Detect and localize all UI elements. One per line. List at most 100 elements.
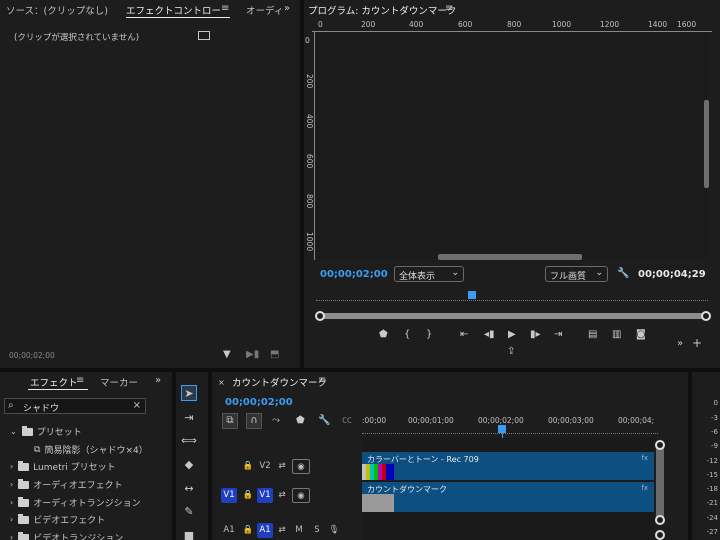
wrench-icon[interactable]: 🔧 — [318, 416, 330, 426]
step-forward-icon[interactable]: ▮▸ — [530, 330, 541, 340]
step-back-icon[interactable]: ◂▮ — [484, 330, 495, 340]
more-tabs-icon[interactable]: » — [155, 376, 161, 386]
zoom-scroll-bar[interactable] — [318, 313, 708, 319]
folder-icon — [18, 478, 30, 489]
vertical-scrollbar[interactable] — [704, 100, 709, 188]
video-viewport[interactable] — [316, 33, 708, 259]
close-icon[interactable]: × — [218, 378, 225, 388]
source-patch-a1[interactable]: A1 — [221, 523, 237, 538]
zoom-bar-handle-right[interactable] — [701, 311, 711, 321]
playhead-marker[interactable] — [468, 291, 476, 299]
camera-icon[interactable]: ◙ — [636, 330, 646, 340]
marker-icon[interactable]: ⬟ — [296, 416, 305, 426]
sync-lock-icon[interactable]: ⇄ — [276, 488, 288, 503]
program-monitor-title[interactable]: プログラム: カウントダウンマーク — [308, 3, 456, 17]
more-buttons-icon[interactable]: » — [677, 339, 683, 349]
lock-icon[interactable]: 🔒 — [242, 459, 254, 474]
panel-menu-icon[interactable]: ≡ — [76, 376, 84, 386]
snap-icon[interactable]: ∩ — [246, 413, 262, 429]
go-to-in-icon[interactable]: ⇤ — [460, 330, 468, 340]
tab-markers[interactable]: マーカー — [100, 375, 138, 389]
timeline-current-time[interactable]: 00;00;02;00 — [225, 397, 293, 408]
slip-tool-icon[interactable]: ↔ — [181, 481, 197, 497]
meter-label: -21 — [706, 499, 718, 507]
tab-effect-controls[interactable]: エフェクトコントロー — [126, 3, 221, 17]
insert-clip-icon[interactable]: ▶▮ — [246, 350, 259, 360]
source-patch-v1[interactable]: V1 — [221, 488, 237, 503]
lock-icon[interactable]: 🔒 — [242, 523, 254, 538]
vertical-ruler-label: 800 — [305, 194, 314, 209]
track-select-tool-icon[interactable]: ⇥ — [181, 410, 197, 426]
mute-button[interactable]: M — [294, 523, 304, 538]
program-current-time[interactable]: 00;00;02;00 — [320, 269, 388, 280]
tree-item-video-effects[interactable]: › ビデオエフェクト — [10, 511, 105, 528]
snap-sequence-icon[interactable]: ⧉ — [222, 413, 238, 429]
tab-effects[interactable]: エフェクト — [30, 375, 78, 389]
horizontal-scrollbar[interactable] — [438, 254, 582, 260]
timeline-playhead-handle[interactable] — [498, 425, 506, 433]
solo-button[interactable]: S — [312, 523, 322, 538]
mark-out-icon[interactable]: } — [426, 330, 432, 340]
export-frame-icon[interactable]: ⇪ — [507, 347, 515, 357]
toggle-output-icon[interactable]: ◉ — [292, 488, 310, 503]
pen-tool-icon[interactable]: ✎ — [181, 504, 197, 520]
folder-icon — [18, 531, 30, 540]
panel-menu-icon[interactable]: ≡ — [445, 4, 453, 14]
tab-audio-mixer[interactable]: オーディ — [246, 3, 283, 17]
quality-dropdown[interactable]: フル画質 ⌄ — [545, 266, 608, 282]
timeline-vscroll-handle-audio[interactable] — [655, 530, 665, 540]
mini-time-ruler[interactable] — [316, 293, 708, 301]
program-duration: 00;00;04;29 — [638, 269, 706, 280]
track-name-a1[interactable]: A1 — [257, 523, 273, 538]
microphone-icon[interactable]: 🎙 — [328, 523, 340, 538]
timeline-vscroll-handle-top[interactable] — [655, 440, 665, 450]
overwrite-icon[interactable]: ▥ — [612, 330, 621, 340]
more-tabs-icon[interactable]: » — [284, 4, 290, 14]
tree-item-lumetri[interactable]: › Lumetri プリセット — [10, 458, 116, 475]
tree-item-audio-transitions[interactable]: › オーディオトランジション — [10, 494, 141, 511]
track-name-v1[interactable]: V1 — [257, 488, 273, 503]
clip-color-bars[interactable]: カラーバーとトーン - Rec 709 fx — [362, 452, 654, 480]
search-input[interactable]: シャドウ — [23, 401, 59, 414]
linked-selection-icon[interactable]: ⤳ — [272, 416, 280, 426]
play-icon[interactable]: ▶ — [508, 330, 516, 340]
captions-icon[interactable]: ㏄ — [342, 416, 352, 426]
toggle-output-icon[interactable]: ◉ — [292, 459, 310, 474]
zoom-dropdown[interactable]: 全体表示 ⌄ — [394, 266, 464, 282]
timeline-vscroll-track[interactable] — [656, 442, 664, 522]
add-button-icon[interactable]: + — [692, 337, 702, 349]
wrench-icon[interactable]: 🔧 — [617, 269, 629, 279]
sync-lock-icon[interactable]: ⇄ — [276, 459, 288, 474]
filter-icon[interactable]: ▼ — [223, 350, 231, 360]
tree-item-presets[interactable]: ⌄ プリセット — [10, 423, 82, 440]
tab-source[interactable]: ソース：(クリップなし) — [6, 3, 108, 17]
timeline-ruler-ticks[interactable] — [362, 426, 658, 434]
track-name-v2[interactable]: V2 — [258, 459, 272, 474]
clip-countdown[interactable]: カウントダウンマーク fx — [362, 482, 654, 512]
ruler-label: 1200 — [600, 20, 620, 29]
ripple-edit-tool-icon[interactable]: ⟺ — [181, 433, 197, 449]
panel-menu-icon[interactable]: ≡ — [318, 376, 326, 386]
rectangle-tool-icon[interactable]: ■ — [181, 528, 197, 540]
tree-item-preset-shadow[interactable]: ⧉ 簡易陰影（シャドウ×4） — [34, 441, 148, 458]
clear-search-icon[interactable]: × — [133, 400, 141, 411]
overwrite-clip-icon[interactable]: ⬒ — [270, 350, 279, 360]
sync-lock-icon[interactable]: ⇄ — [276, 523, 288, 538]
zoom-bar-handle-left[interactable] — [315, 311, 325, 321]
effects-search-box[interactable]: ⌕ シャドウ × — [4, 398, 146, 414]
quality-dropdown-value: フル画質 — [550, 272, 587, 282]
timeline-sequence-tab[interactable]: カウントダウンマーク — [232, 375, 327, 389]
timeline-vscroll-handle-bottom[interactable] — [655, 515, 665, 525]
insert-icon[interactable]: ▤ — [588, 330, 597, 340]
expand-view-icon[interactable] — [198, 31, 210, 40]
selection-tool-icon[interactable]: ➤ — [181, 385, 197, 401]
razor-tool-icon[interactable]: ◆ — [181, 457, 197, 473]
mark-in-icon[interactable]: { — [404, 330, 410, 340]
add-marker-icon[interactable]: ⬟ — [379, 330, 388, 340]
lock-icon[interactable]: 🔒 — [242, 488, 254, 503]
tree-item-audio-effects[interactable]: › オーディオエフェクト — [10, 476, 123, 493]
ruler-label: 1000 — [552, 20, 572, 29]
tree-item-video-transitions[interactable]: › ビデオトランジション — [10, 529, 123, 540]
go-to-out-icon[interactable]: ⇥ — [554, 330, 562, 340]
panel-menu-icon[interactable]: ≡ — [221, 4, 229, 14]
